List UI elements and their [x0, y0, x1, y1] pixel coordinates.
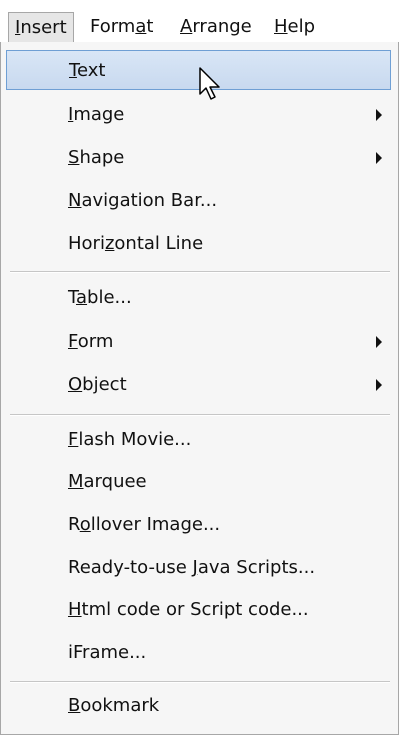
submenu-arrow-icon [375, 365, 385, 405]
menu-help-accelerator: H [274, 16, 288, 37]
menu-item-horizontal-line[interactable]: Horizontal Line [6, 224, 391, 264]
menu-item-navigation-bar-label-post: avigation Bar... [81, 190, 218, 211]
menu-item-iframe[interactable]: iFrame... [6, 633, 391, 673]
menu-arrange[interactable]: Arrange [174, 12, 258, 42]
menu-separator [10, 681, 390, 683]
menu-item-shape-label-post: hape [79, 147, 125, 168]
menu-item-table-accelerator: a [76, 287, 88, 308]
menu-insert[interactable]: Insert [8, 12, 74, 42]
submenu-arrow-icon [375, 95, 385, 135]
menu-item-table-label-pre: T [68, 287, 77, 308]
menu-item-iframe-label-pre: iFrame... [68, 642, 147, 663]
menu-arrange-accelerator: A [180, 16, 193, 37]
menu-item-java-scripts-label-pre: Ready-to-use [68, 557, 193, 578]
mouse-pointer-icon [198, 66, 224, 102]
menu-item-bookmark[interactable]: Bookmark [6, 686, 391, 726]
menu-item-form-label-post: orm [77, 331, 114, 352]
menu-item-bookmark-label-post: ookmark [80, 695, 160, 716]
menu-item-flash-movie[interactable]: Flash Movie... [6, 420, 391, 460]
menu-item-html-code-label-post: tml code or Script code... [81, 599, 309, 620]
menu-separator [10, 271, 390, 273]
menu-item-form-accelerator: F [68, 331, 78, 352]
menu-item-object-accelerator: O [68, 374, 83, 395]
menu-format-accelerator: a [135, 16, 147, 37]
submenu-arrow-icon [375, 322, 385, 362]
menu-item-rollover-image-label-pre: R [68, 514, 80, 535]
menu-format[interactable]: Format [84, 12, 159, 42]
menu-item-bookmark-accelerator: B [68, 695, 81, 716]
menu-item-java-scripts-label-post: ava Scripts... [197, 557, 316, 578]
menu-item-rollover-image-label-post: llover Image... [90, 514, 221, 535]
application-window: Insert Format Arrange Help Text Image Sh… [0, 0, 399, 735]
menu-item-horizontal-line-accelerator: z [104, 233, 115, 254]
menu-item-marquee[interactable]: Marquee [6, 462, 391, 502]
menu-item-table[interactable]: Table... [6, 278, 391, 318]
menu-item-horizontal-line-label-post: ontal Line [114, 233, 204, 254]
menu-item-html-code-accelerator: H [68, 599, 82, 620]
menu-item-object[interactable]: Object [6, 365, 391, 405]
menu-item-shape-accelerator: S [68, 147, 80, 168]
menu-item-image-label-post: mage [73, 104, 125, 125]
menu-item-form[interactable]: Form [6, 322, 391, 362]
menu-insert-label-post: nsert [20, 17, 67, 38]
menu-bar: Insert Format Arrange Help [0, 0, 399, 44]
submenu-arrow-icon [375, 138, 385, 178]
menu-separator [10, 414, 390, 416]
menu-item-shape[interactable]: Shape [6, 138, 391, 178]
menu-format-label-pre: Form [90, 16, 136, 37]
menu-item-rollover-image-accelerator: o [79, 514, 91, 535]
menu-item-object-label-post: bject [82, 374, 127, 395]
menu-item-navigation-bar-accelerator: N [68, 190, 82, 211]
menu-item-html-code[interactable]: Html code or Script code... [6, 590, 391, 630]
menu-item-text-accelerator: T [69, 60, 77, 81]
menu-item-text-label-post: ext [76, 60, 106, 81]
menu-item-horizontal-line-label-pre: Hori [68, 233, 105, 254]
menu-item-navigation-bar[interactable]: Navigation Bar... [6, 181, 391, 221]
menu-item-marquee-label-post: arquee [83, 471, 147, 492]
menu-item-flash-movie-accelerator: F [68, 429, 79, 450]
menu-format-label-post: t [146, 16, 154, 37]
menu-help-label-post: elp [287, 16, 316, 37]
menu-arrange-label-post: rrange [192, 16, 252, 37]
menu-item-java-scripts[interactable]: Ready-to-use Java Scripts... [6, 548, 391, 588]
menu-help[interactable]: Help [268, 12, 321, 42]
menu-item-flash-movie-label-post: lash Movie... [78, 429, 192, 450]
menu-item-marquee-accelerator: M [68, 471, 84, 492]
menu-item-rollover-image[interactable]: Rollover Image... [6, 505, 391, 545]
menu-item-table-label-post: ble... [87, 287, 132, 308]
